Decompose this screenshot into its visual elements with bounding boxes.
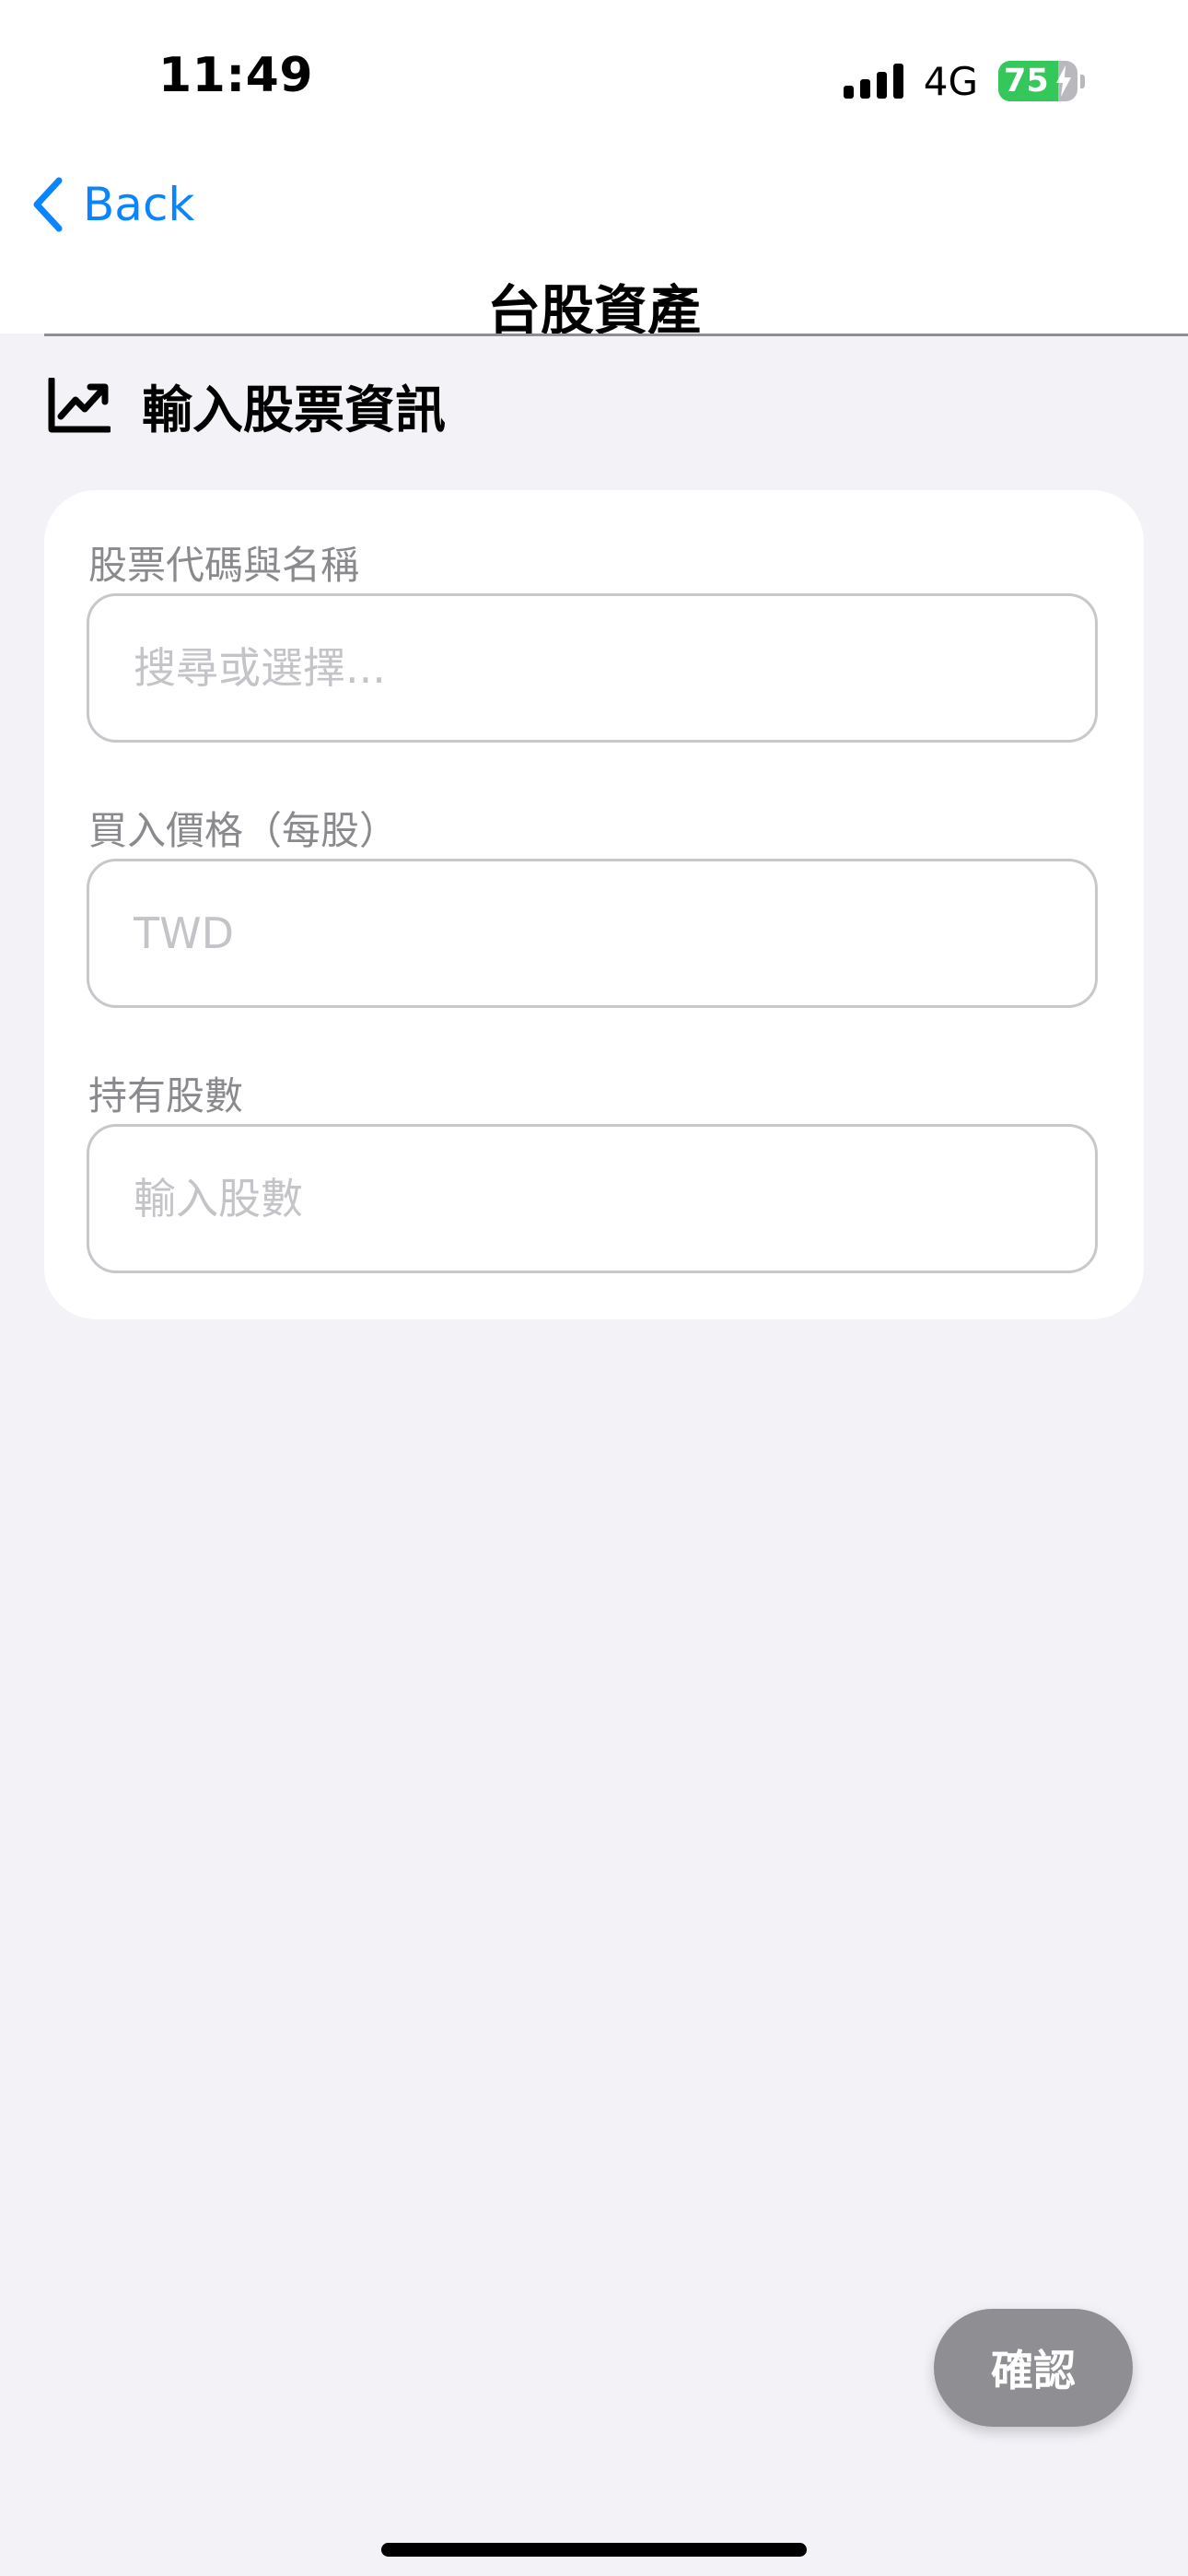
status-time: 11:49 — [158, 48, 314, 103]
section-header: 輸入股票資訊 — [48, 369, 446, 442]
battery-cap — [1080, 74, 1085, 88]
shares-input[interactable] — [87, 1124, 1098, 1273]
nav-divider — [44, 334, 1188, 336]
status-indicators: 4G 75 — [843, 57, 1085, 105]
back-button[interactable]: Back — [31, 177, 194, 232]
section-title: 輸入股票資訊 — [142, 381, 447, 439]
price-field-label: 買入價格（每股） — [88, 808, 399, 853]
network-type: 4G — [923, 58, 978, 104]
stock-form-card: 股票代碼與名稱 買入價格（每股） 持有股數 — [44, 490, 1144, 1319]
price-input[interactable] — [87, 859, 1098, 1008]
home-indicator — [381, 2543, 807, 2557]
cellular-signal-icon — [843, 64, 903, 99]
header-area: 11:49 4G 75 Back 台股資產 — [0, 0, 1188, 342]
chart-line-uptrend-icon — [48, 378, 111, 433]
stock-search-input[interactable] — [87, 593, 1098, 743]
confirm-button[interactable]: 確認 — [934, 2309, 1133, 2427]
stock-field-label: 股票代碼與名稱 — [88, 543, 360, 588]
battery-icon: 75 — [998, 61, 1077, 101]
back-label: Back — [83, 178, 195, 231]
charging-bolt-icon — [1056, 65, 1071, 97]
shares-field-label: 持有股數 — [88, 1073, 244, 1118]
battery-percent: 75 — [1004, 63, 1049, 100]
chevron-left-icon — [33, 177, 63, 232]
